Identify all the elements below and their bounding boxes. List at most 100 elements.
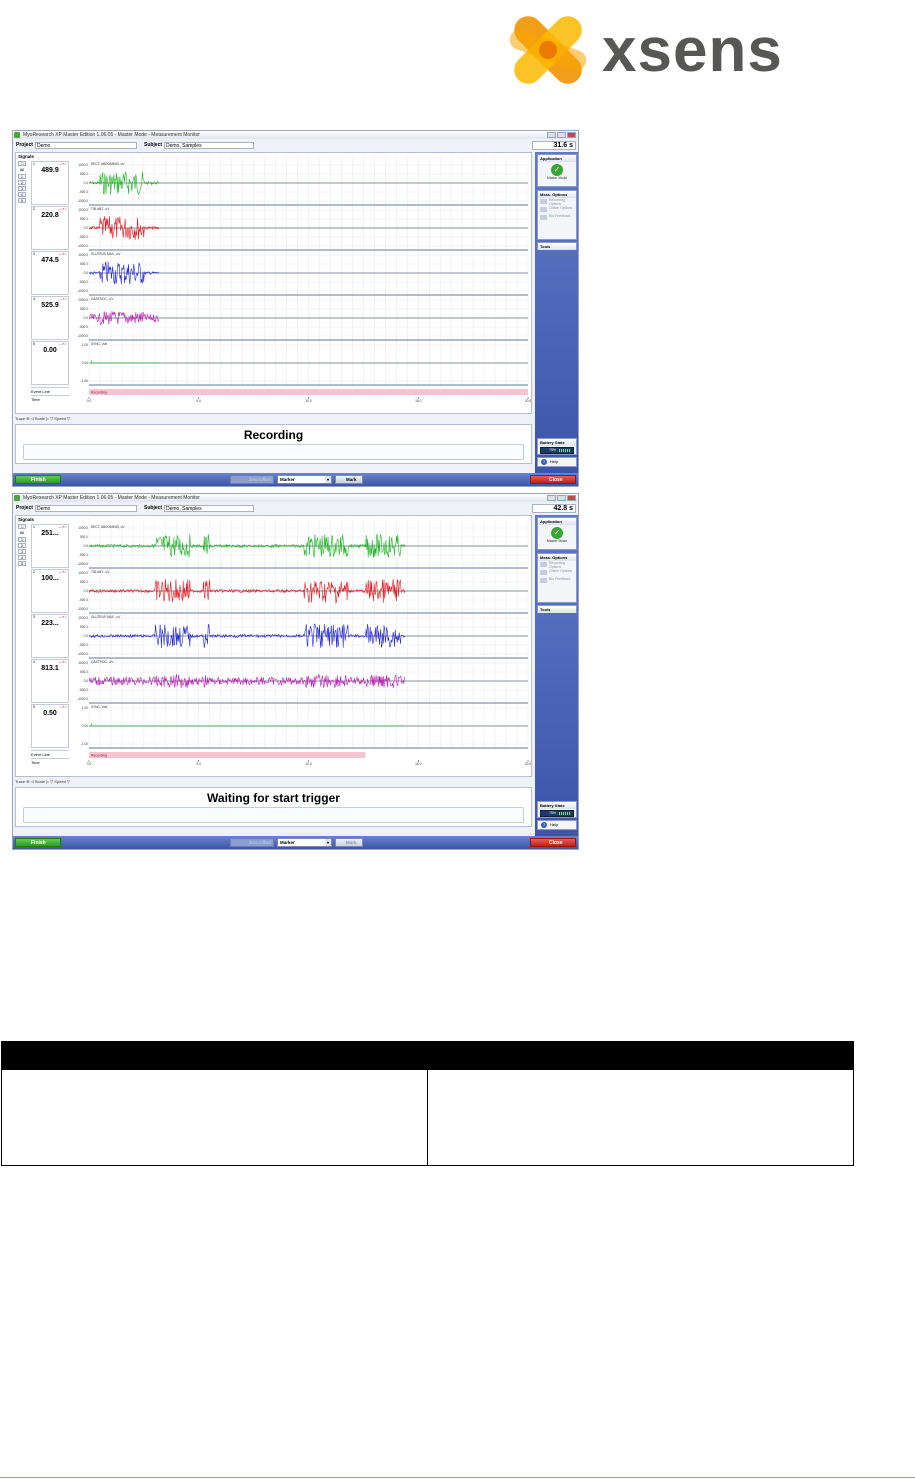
channel-button-5[interactable]: 5 — [18, 198, 26, 203]
channel-controls-icon[interactable]: —✕○ — [58, 525, 67, 529]
master-mode-icon[interactable]: ✓ — [551, 527, 563, 539]
channel-button-2[interactable]: 2 — [18, 180, 26, 185]
help-panel[interactable]: ? Help — [537, 820, 577, 830]
table-cell-left — [1, 1069, 428, 1166]
bio-feedback-item[interactable]: Bio Feedback — [538, 577, 576, 585]
project-field[interactable]: Demo — [35, 505, 137, 512]
channel-label-3[interactable]: 3 —✕○ 223... — [31, 614, 69, 658]
channel-controls-icon[interactable]: —✕○ — [58, 615, 67, 619]
close-button[interactable]: Close — [530, 475, 576, 484]
finish-button[interactable]: Finish — [15, 475, 61, 484]
channel-controls-icon[interactable]: —✕○ — [58, 705, 67, 709]
marker-select-value: Marker — [280, 477, 295, 482]
channel-button-1[interactable]: 1 — [18, 537, 26, 542]
channel-controls-icon[interactable]: —✕○ — [58, 570, 67, 574]
help-panel[interactable]: ? Help — [537, 457, 577, 467]
y-tick-label: -1000.0 — [77, 244, 88, 248]
maximize-icon[interactable] — [557, 495, 566, 501]
project-label: Project — [16, 142, 33, 148]
channel-button-1[interactable]: 1 — [18, 174, 26, 179]
subject-field[interactable]: Demo, Samples — [164, 505, 254, 512]
channel-value: 0.50 — [43, 710, 57, 717]
copy-icon[interactable]: □ — [18, 161, 26, 166]
y-tick-label: 1000.0 — [78, 661, 88, 665]
channel-label-3[interactable]: 3 —✕○ 474.5 — [31, 251, 69, 295]
channel-controls-icon[interactable]: —✕○ — [58, 342, 67, 346]
elapsed-time: 42.8 s — [532, 504, 576, 513]
online-options-item[interactable]: Online Options — [538, 569, 576, 577]
y-tick-label: 500.0 — [80, 172, 88, 176]
y-tick-label: 500.0 — [80, 535, 88, 539]
channel-controls-icon[interactable]: —✕○ — [58, 252, 67, 256]
channel-label-4[interactable]: 4 —✕○ 525.9 — [31, 296, 69, 340]
copy-icon[interactable]: □ — [18, 524, 26, 529]
close-button[interactable]: Close — [530, 838, 576, 847]
zoom-controls[interactable]: Trace ⊕ ◁ Scale ▷ ▽ Speed ▽ — [15, 778, 532, 785]
y-tick-label: 1000.0 — [78, 298, 88, 302]
channel-button-3[interactable]: 3 — [18, 549, 26, 554]
select-all-button[interactable]: All — [18, 167, 26, 172]
tools-title: Tools — [538, 243, 576, 250]
channel-label-1[interactable]: 1 —✕○ 251... — [31, 524, 69, 568]
recording-options-icon — [540, 562, 547, 567]
zero-offset-button[interactable]: Zero Offset — [230, 475, 274, 484]
channel-value: 0.00 — [43, 347, 57, 354]
channel-number: 3 — [33, 615, 35, 619]
channel-button-5[interactable]: 5 — [18, 561, 26, 566]
battery-panel: Battery State 75% — [537, 801, 577, 818]
recording-event-bar — [89, 389, 528, 395]
channel-label-5[interactable]: 5 —✕○ 0.00 — [31, 341, 69, 385]
marker-select[interactable]: Marker ▾ — [277, 475, 332, 484]
footer-rule — [0, 1477, 915, 1478]
tools-panel[interactable]: Tools — [537, 242, 577, 250]
channel-button-2[interactable]: 2 — [18, 543, 26, 548]
channel-label-4[interactable]: 4 —✕○ 813.1 — [31, 659, 69, 703]
finish-button[interactable]: Finish — [15, 838, 61, 847]
channel-selector: □ All 1 2 3 4 5 — [18, 524, 29, 567]
channel-button-3[interactable]: 3 — [18, 186, 26, 191]
channel-label-2[interactable]: 2 —✕○ 100... — [31, 569, 69, 613]
select-all-button[interactable]: All — [18, 530, 26, 535]
app-icon — [14, 132, 20, 138]
channel-controls-icon[interactable]: —✕○ — [58, 660, 67, 664]
channel-button-4[interactable]: 4 — [18, 555, 26, 560]
x-tick-label: 5.0 — [197, 762, 202, 766]
mark-button[interactable]: Mark — [335, 475, 363, 484]
tools-title: Tools — [538, 606, 576, 613]
master-mode-icon[interactable]: ✓ — [551, 164, 563, 176]
online-options-item[interactable]: Online Options — [538, 206, 576, 214]
application-panel: Application ✓ Master Mode — [537, 154, 577, 187]
recording-options-item[interactable]: Recording Options — [538, 198, 576, 206]
channel-controls-icon[interactable]: —✕○ — [58, 207, 67, 211]
channel-label-2[interactable]: 2 —✕○ 220.8 — [31, 206, 69, 250]
emg-plot[interactable]: 1000.0 500.0 0.0 -500.0 -1000.0 RECT. ABDOMIN… — [73, 155, 531, 403]
bio-feedback-icon — [540, 215, 547, 220]
recording-options-item[interactable]: Recording Options — [538, 561, 576, 569]
x-tick-label: 0.0 — [87, 762, 92, 766]
maximize-icon[interactable] — [557, 132, 566, 138]
subject-field[interactable]: Demo, Samples — [164, 142, 254, 149]
chevron-down-icon: ▾ — [325, 476, 331, 483]
mark-button[interactable]: Mark — [335, 838, 363, 847]
channel-label-1[interactable]: 1 —✕○ 489.9 — [31, 161, 69, 205]
emg-plot[interactable]: 1000.0 500.0 0.0 -500.0 -1000.0 RECT. ABDOMIN… — [73, 518, 531, 766]
bio-feedback-item[interactable]: Bio Feedback — [538, 214, 576, 222]
close-window-icon[interactable] — [567, 132, 576, 138]
channel-name: TIB.ANT., uV — [91, 207, 110, 211]
battery-indicator: 75% — [540, 447, 574, 454]
zoom-controls[interactable]: Trace ⊕ ◁ Scale ▷ ▽ Speed ▽ — [15, 415, 532, 422]
minimize-icon[interactable] — [547, 132, 556, 138]
channel-button-4[interactable]: 4 — [18, 192, 26, 197]
x-tick-label: 5.0 — [197, 399, 202, 403]
tools-panel[interactable]: Tools — [537, 605, 577, 613]
battery-indicator: 75% — [540, 810, 574, 817]
channel-name: RECT. ABDOMINIS, uV — [91, 162, 125, 166]
channel-label-5[interactable]: 5 —✕○ 0.50 — [31, 704, 69, 748]
minimize-icon[interactable] — [547, 495, 556, 501]
zero-offset-button[interactable]: Zero Offset — [230, 838, 274, 847]
close-window-icon[interactable] — [567, 495, 576, 501]
channel-controls-icon[interactable]: —✕○ — [58, 297, 67, 301]
channel-controls-icon[interactable]: —✕○ — [58, 162, 67, 166]
project-field[interactable]: Demo — [35, 142, 137, 149]
marker-select[interactable]: Marker ▾ — [277, 838, 332, 847]
